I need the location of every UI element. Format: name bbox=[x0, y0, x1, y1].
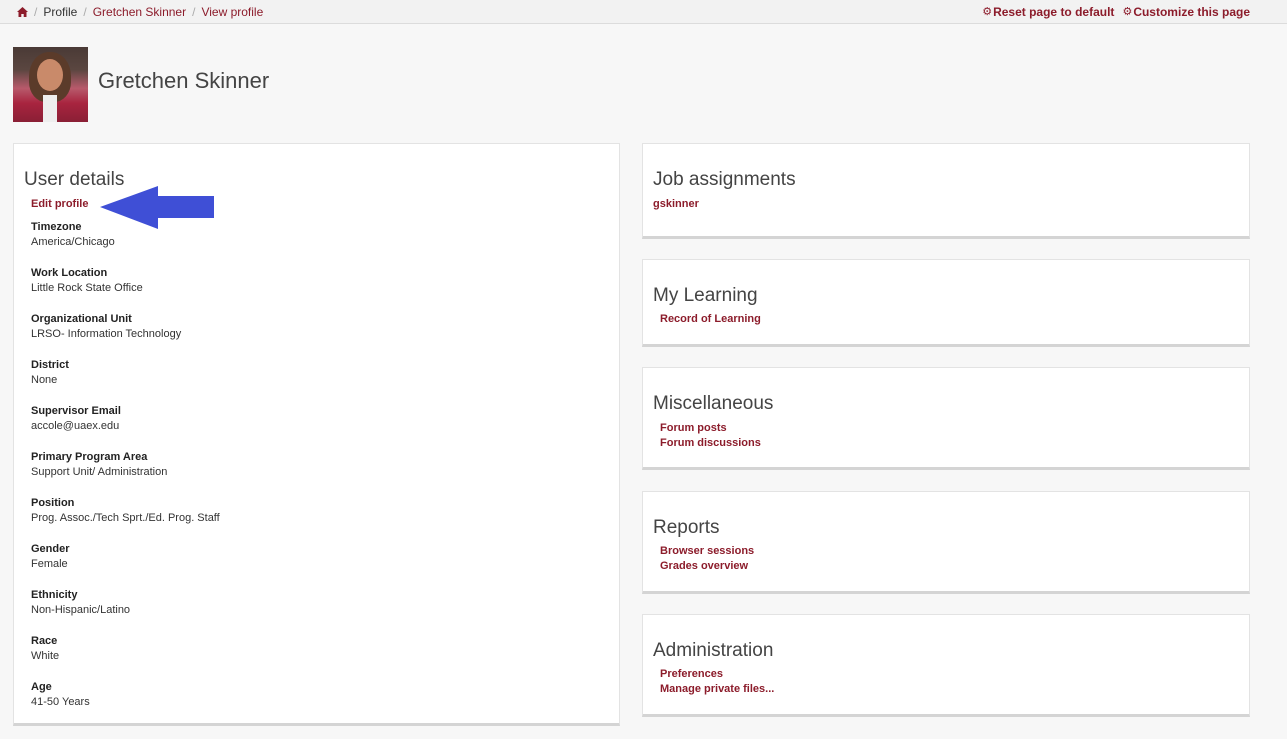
user-detail-label: Work Location bbox=[31, 267, 108, 279]
manage-private-files-link[interactable]: Manage private files... bbox=[660, 682, 774, 697]
edit-profile-link[interactable]: Edit profile bbox=[31, 198, 88, 210]
job-assignments-title: Job assignments bbox=[653, 169, 796, 190]
user-detail-label: Organizational Unit bbox=[31, 313, 132, 325]
user-detail-item: Gender Female bbox=[31, 542, 220, 572]
user-detail-value: Non-Hispanic/Latino bbox=[31, 604, 131, 616]
reports-title: Reports bbox=[653, 517, 720, 538]
user-detail-value: America/Chicago bbox=[31, 236, 115, 248]
user-detail-label: Race bbox=[31, 635, 58, 647]
grades-overview-link[interactable]: Grades overview bbox=[660, 559, 754, 574]
breadcrumb-profile: Profile bbox=[43, 5, 78, 19]
page-tools: ⚙ Reset page to default ⚙ Customize this… bbox=[982, 5, 1250, 19]
user-detail-item: Position Prog. Assoc./Tech Sprt./Ed. Prog… bbox=[31, 496, 220, 526]
miscellaneous-title: Miscellaneous bbox=[653, 393, 774, 414]
user-detail-label: District bbox=[31, 359, 69, 371]
user-detail-item: Supervisor Email accole@uaex.edu bbox=[31, 404, 220, 434]
user-detail-value: LRSO- Information Technology bbox=[31, 328, 182, 340]
reports-card: Reports Browser sessions Grades overview bbox=[642, 491, 1250, 594]
breadcrumb-view-profile[interactable]: View profile bbox=[201, 5, 263, 19]
avatar bbox=[13, 47, 88, 122]
user-detail-value: 41-50 Years bbox=[31, 696, 90, 708]
administration-card: Administration Preferences Manage privat… bbox=[642, 614, 1250, 717]
user-detail-value: accole@uaex.edu bbox=[31, 420, 120, 432]
page-title: Gretchen Skinner bbox=[98, 68, 270, 93]
miscellaneous-card: Miscellaneous Forum posts Forum discussi… bbox=[642, 367, 1250, 470]
user-detail-label: Age bbox=[31, 681, 52, 693]
user-detail-value: None bbox=[31, 374, 58, 386]
user-detail-value: Support Unit/ Administration bbox=[31, 466, 168, 478]
user-detail-label: Gender bbox=[31, 543, 70, 555]
breadcrumb-separator: / bbox=[34, 5, 38, 19]
preferences-link[interactable]: Preferences bbox=[660, 667, 774, 682]
user-details-card: User details Edit profile Timezone Americ… bbox=[13, 143, 620, 726]
user-detail-item: Primary Program Area Support Unit/ Admini… bbox=[31, 450, 220, 480]
reset-page-label: Reset page to default bbox=[993, 5, 1115, 19]
home-icon[interactable] bbox=[17, 7, 28, 17]
gear-icon: ⚙ bbox=[1122, 5, 1133, 18]
forum-posts-link[interactable]: Forum posts bbox=[660, 421, 761, 436]
user-detail-item: Organizational Unit LRSO- Information Tec… bbox=[31, 312, 220, 342]
user-detail-label: Position bbox=[31, 497, 75, 509]
breadcrumb-bar: / Profile / Gretchen Skinner / View prof… bbox=[0, 0, 1287, 24]
gear-icon: ⚙ bbox=[982, 5, 993, 18]
customize-page-label: Customize this page bbox=[1133, 5, 1250, 19]
forum-discussions-link[interactable]: Forum discussions bbox=[660, 436, 761, 451]
user-detail-value: Female bbox=[31, 558, 68, 570]
browser-sessions-link[interactable]: Browser sessions bbox=[660, 544, 754, 559]
reset-page-button[interactable]: ⚙ Reset page to default bbox=[982, 5, 1114, 19]
my-learning-card: My Learning Record of Learning bbox=[642, 259, 1250, 347]
record-of-learning-link[interactable]: Record of Learning bbox=[660, 312, 761, 327]
user-detail-label: Supervisor Email bbox=[31, 405, 121, 417]
user-detail-item: Race White bbox=[31, 634, 220, 664]
user-detail-item: District None bbox=[31, 358, 220, 388]
my-learning-title: My Learning bbox=[653, 285, 758, 306]
user-detail-label: Ethnicity bbox=[31, 589, 78, 601]
user-detail-item: Work Location Little Rock State Office bbox=[31, 266, 220, 296]
user-detail-value: Little Rock State Office bbox=[31, 282, 143, 294]
job-assignments-card: Job assignments gskinner bbox=[642, 143, 1250, 239]
user-detail-value: White bbox=[31, 650, 60, 662]
breadcrumb-user[interactable]: Gretchen Skinner bbox=[93, 5, 186, 19]
user-detail-label: Primary Program Area bbox=[31, 451, 148, 463]
customize-page-button[interactable]: ⚙ Customize this page bbox=[1122, 5, 1250, 19]
arrow-annotation bbox=[100, 186, 214, 229]
breadcrumb-separator: / bbox=[83, 5, 87, 19]
user-detail-item: Age 41-50 Years bbox=[31, 680, 220, 710]
user-detail-value: Prog. Assoc./Tech Sprt./Ed. Prog. Staff bbox=[31, 512, 220, 524]
job-assignment-link[interactable]: gskinner bbox=[653, 197, 699, 212]
user-details-list: Timezone America/Chicago Work Location Litt… bbox=[31, 220, 220, 726]
user-detail-item: Ethnicity Non-Hispanic/Latino bbox=[31, 588, 220, 618]
breadcrumb-separator: / bbox=[192, 5, 196, 19]
administration-title: Administration bbox=[653, 640, 774, 661]
breadcrumb: / Profile / Gretchen Skinner / View prof… bbox=[17, 5, 263, 19]
